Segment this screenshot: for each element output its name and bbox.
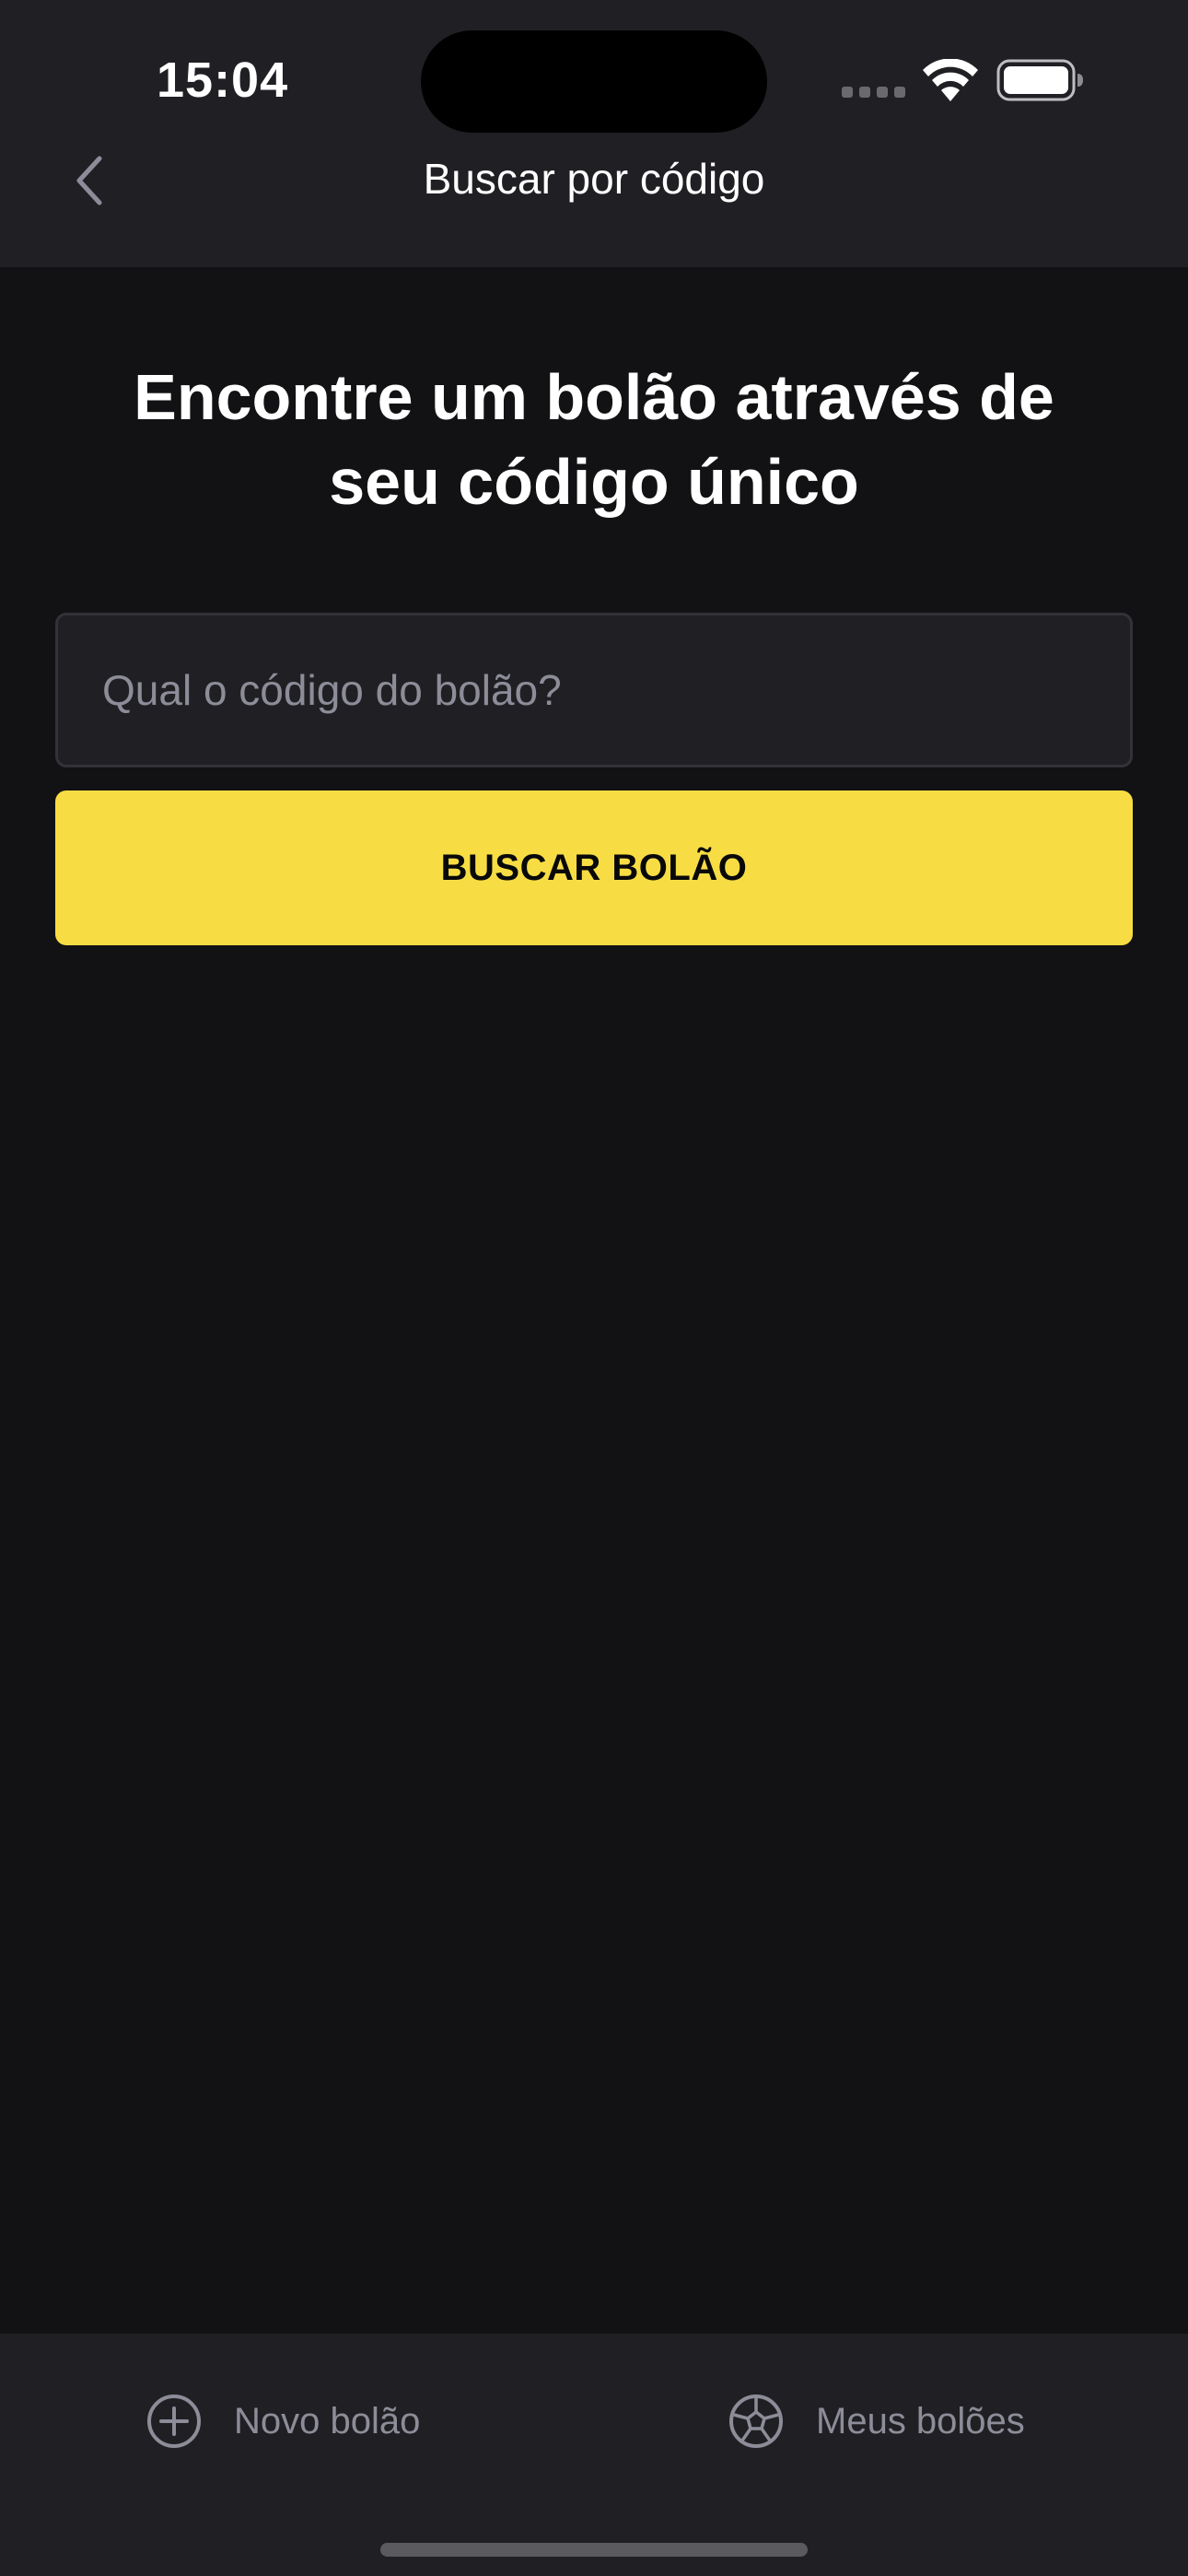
soccer-ball-icon xyxy=(729,2395,783,2448)
tab-my-pools-label: Meus bolões xyxy=(816,2400,1025,2441)
search-button-label: BUSCAR BOLÃO xyxy=(440,847,748,888)
wifi-icon xyxy=(923,59,978,101)
page-title: Buscar por código xyxy=(423,155,765,203)
code-input[interactable] xyxy=(55,613,1133,767)
battery-icon xyxy=(996,59,1083,101)
tab-my-pools[interactable]: Meus bolões xyxy=(728,2389,1025,2453)
search-button[interactable]: BUSCAR BOLÃO xyxy=(55,790,1133,945)
home-indicator xyxy=(380,2543,808,2557)
dynamic-island xyxy=(421,30,767,133)
plus-circle-icon xyxy=(147,2395,201,2448)
headline: Encontre um bolão através de seu código … xyxy=(134,361,1054,518)
tab-new-pool[interactable]: Novo bolão xyxy=(146,2389,420,2453)
cellular-signal-icon xyxy=(842,87,906,98)
status-time: 15:04 xyxy=(157,53,289,108)
tab-bar: Novo bolão Meus bolões xyxy=(0,2334,1188,2576)
tab-new-pool-label: Novo bolão xyxy=(234,2400,421,2441)
